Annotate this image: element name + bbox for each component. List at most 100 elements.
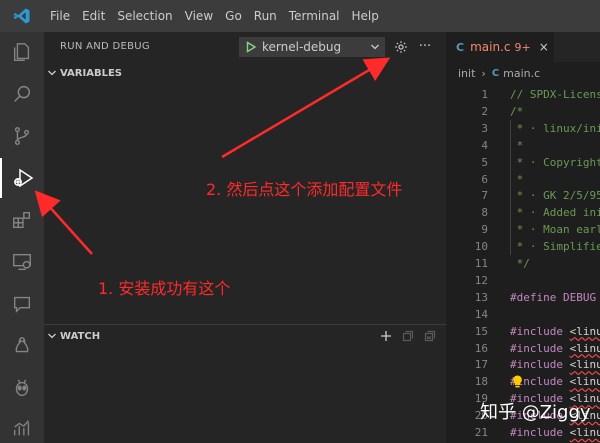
code-line: 11 */: [446, 255, 600, 272]
annotation-step-2: 2. 然后点这个添加配置文件: [206, 180, 403, 199]
code-text: #include <linu: [510, 424, 600, 441]
activity-search[interactable]: [0, 74, 44, 114]
menu-selection[interactable]: Selection: [111, 0, 178, 32]
debug-config-name: kernel-debug: [262, 40, 342, 54]
open-launch-json-button[interactable]: [392, 38, 410, 56]
activity-remote-explorer[interactable]: [0, 242, 44, 282]
tab-main-c[interactable]: C main.c 9+ ×: [446, 32, 554, 62]
preprocessor-directive: #include: [510, 324, 563, 338]
preprocessor-directive: #include: [510, 358, 563, 372]
line-number: 8: [481, 206, 488, 220]
code-line: 17 #include <linu: [446, 356, 600, 373]
code-line: 9 * · Moan early: [446, 221, 600, 238]
activity-comments[interactable]: [0, 284, 44, 324]
menu-help[interactable]: Help: [346, 0, 385, 32]
line-number: 10: [474, 240, 488, 254]
include-path: <linu: [569, 341, 600, 355]
line-number: 4: [481, 138, 488, 152]
breadcrumb-folder[interactable]: init: [458, 67, 475, 80]
code-line: 14: [446, 306, 600, 323]
line-number: 18: [474, 375, 488, 389]
menu-edit[interactable]: Edit: [76, 0, 111, 32]
remove-all-button[interactable]: [422, 328, 438, 344]
code-line: 3 * · linux/init: [446, 120, 600, 137]
code-text: * · Moan early: [510, 223, 600, 237]
play-icon: [246, 41, 257, 53]
refresh-button[interactable]: [400, 328, 416, 344]
preprocessor-directive: #include: [510, 426, 563, 439]
menu-view[interactable]: View: [179, 0, 219, 32]
code-line: 8 * · Added init: [446, 204, 600, 221]
menu-terminal[interactable]: Terminal: [283, 0, 346, 32]
indent-guide: [510, 119, 511, 255]
code-text: * · linux/init: [510, 121, 600, 135]
chevron-down-icon: [366, 42, 384, 52]
breadcrumb-file[interactable]: main.c: [503, 67, 540, 80]
add-expression-button[interactable]: [378, 328, 394, 344]
line-number: 9: [481, 223, 488, 237]
gear-icon: [395, 41, 407, 53]
activity-explorer[interactable]: [0, 32, 44, 72]
preprocessor-directive: #include: [510, 341, 563, 355]
code-editor[interactable]: 1// SPDX-Licens 2/* 3 * · linux/init 4 * 5 *…: [446, 84, 600, 443]
activity-linux[interactable]: [0, 326, 44, 366]
lightbulb-icon[interactable]: [512, 373, 523, 392]
menu-file[interactable]: File: [44, 0, 76, 32]
macro-name: DEBUG: [556, 290, 597, 304]
explorer-icon: [13, 43, 30, 61]
more-actions-button[interactable]: ···: [416, 38, 434, 56]
activity-alien[interactable]: [0, 368, 44, 408]
tab-bar: C main.c 9+ ×: [446, 32, 600, 62]
activity-run-debug[interactable]: [0, 158, 44, 198]
line-number: 2: [481, 104, 488, 118]
code-text: *: [510, 172, 524, 186]
activity-chart[interactable]: [0, 408, 44, 443]
code-text: * · Simplified: [510, 240, 600, 254]
close-icon[interactable]: ×: [539, 40, 549, 54]
code-text: * · Added init: [510, 206, 600, 220]
line-number: 17: [474, 358, 488, 372]
linux-penguin-icon: [15, 337, 29, 353]
activity-bar: [0, 32, 44, 443]
sidebar-header: RUN AND DEBUG kernel-debug ···: [44, 32, 446, 62]
menu-bar: File Edit Selection View Go Run Terminal…: [44, 0, 385, 32]
include-path: <linu: [569, 358, 600, 372]
problems-badge: 9+: [514, 40, 531, 54]
code-text: /*: [510, 104, 524, 118]
code-line: 13 #define DEBUG: [446, 289, 600, 306]
run-debug-sidebar: RUN AND DEBUG kernel-debug ··· VARIABLES…: [44, 32, 446, 443]
run-debug-icon: [14, 168, 34, 188]
plus-icon: [381, 331, 391, 341]
code-line: 16 #include <linu: [446, 340, 600, 357]
code-line: 15 #include <linu: [446, 323, 600, 340]
chevron-right-icon: ›: [481, 66, 486, 80]
code-text: * · GK 2/5/95: [510, 189, 600, 203]
menu-run[interactable]: Run: [248, 0, 283, 32]
debug-config-dropdown[interactable]: kernel-debug: [239, 37, 385, 57]
variables-label: VARIABLES: [60, 67, 122, 79]
include-path: <linu: [569, 426, 600, 439]
line-number: 3: [481, 121, 488, 135]
chevron-down-icon: [44, 62, 60, 84]
activity-source-control[interactable]: [0, 116, 44, 156]
variables-section-header[interactable]: VARIABLES: [44, 62, 446, 84]
sidebar-title: RUN AND DEBUG: [60, 41, 150, 52]
code-text: #include <linu: [510, 340, 600, 357]
activity-extensions[interactable]: [0, 200, 44, 240]
preprocessor-directive: #define: [510, 290, 557, 304]
code-line: 4 *: [446, 137, 600, 154]
watch-section-header[interactable]: WATCH: [44, 325, 446, 347]
code-text: */: [510, 257, 530, 270]
menu-go[interactable]: Go: [219, 0, 248, 32]
tab-label: main.c: [470, 40, 511, 54]
start-debug-button[interactable]: [240, 41, 262, 53]
watch-label: WATCH: [60, 330, 101, 342]
line-number: 11: [474, 257, 488, 270]
code-text: #include <linu: [510, 323, 600, 340]
line-number: 16: [474, 341, 488, 355]
include-path: <linu: [569, 324, 600, 338]
breadcrumb: init › C main.c: [446, 62, 600, 84]
extensions-icon: [13, 211, 31, 229]
line-number: 7: [481, 189, 488, 203]
code-line: 5 * · Copyright: [446, 154, 600, 171]
